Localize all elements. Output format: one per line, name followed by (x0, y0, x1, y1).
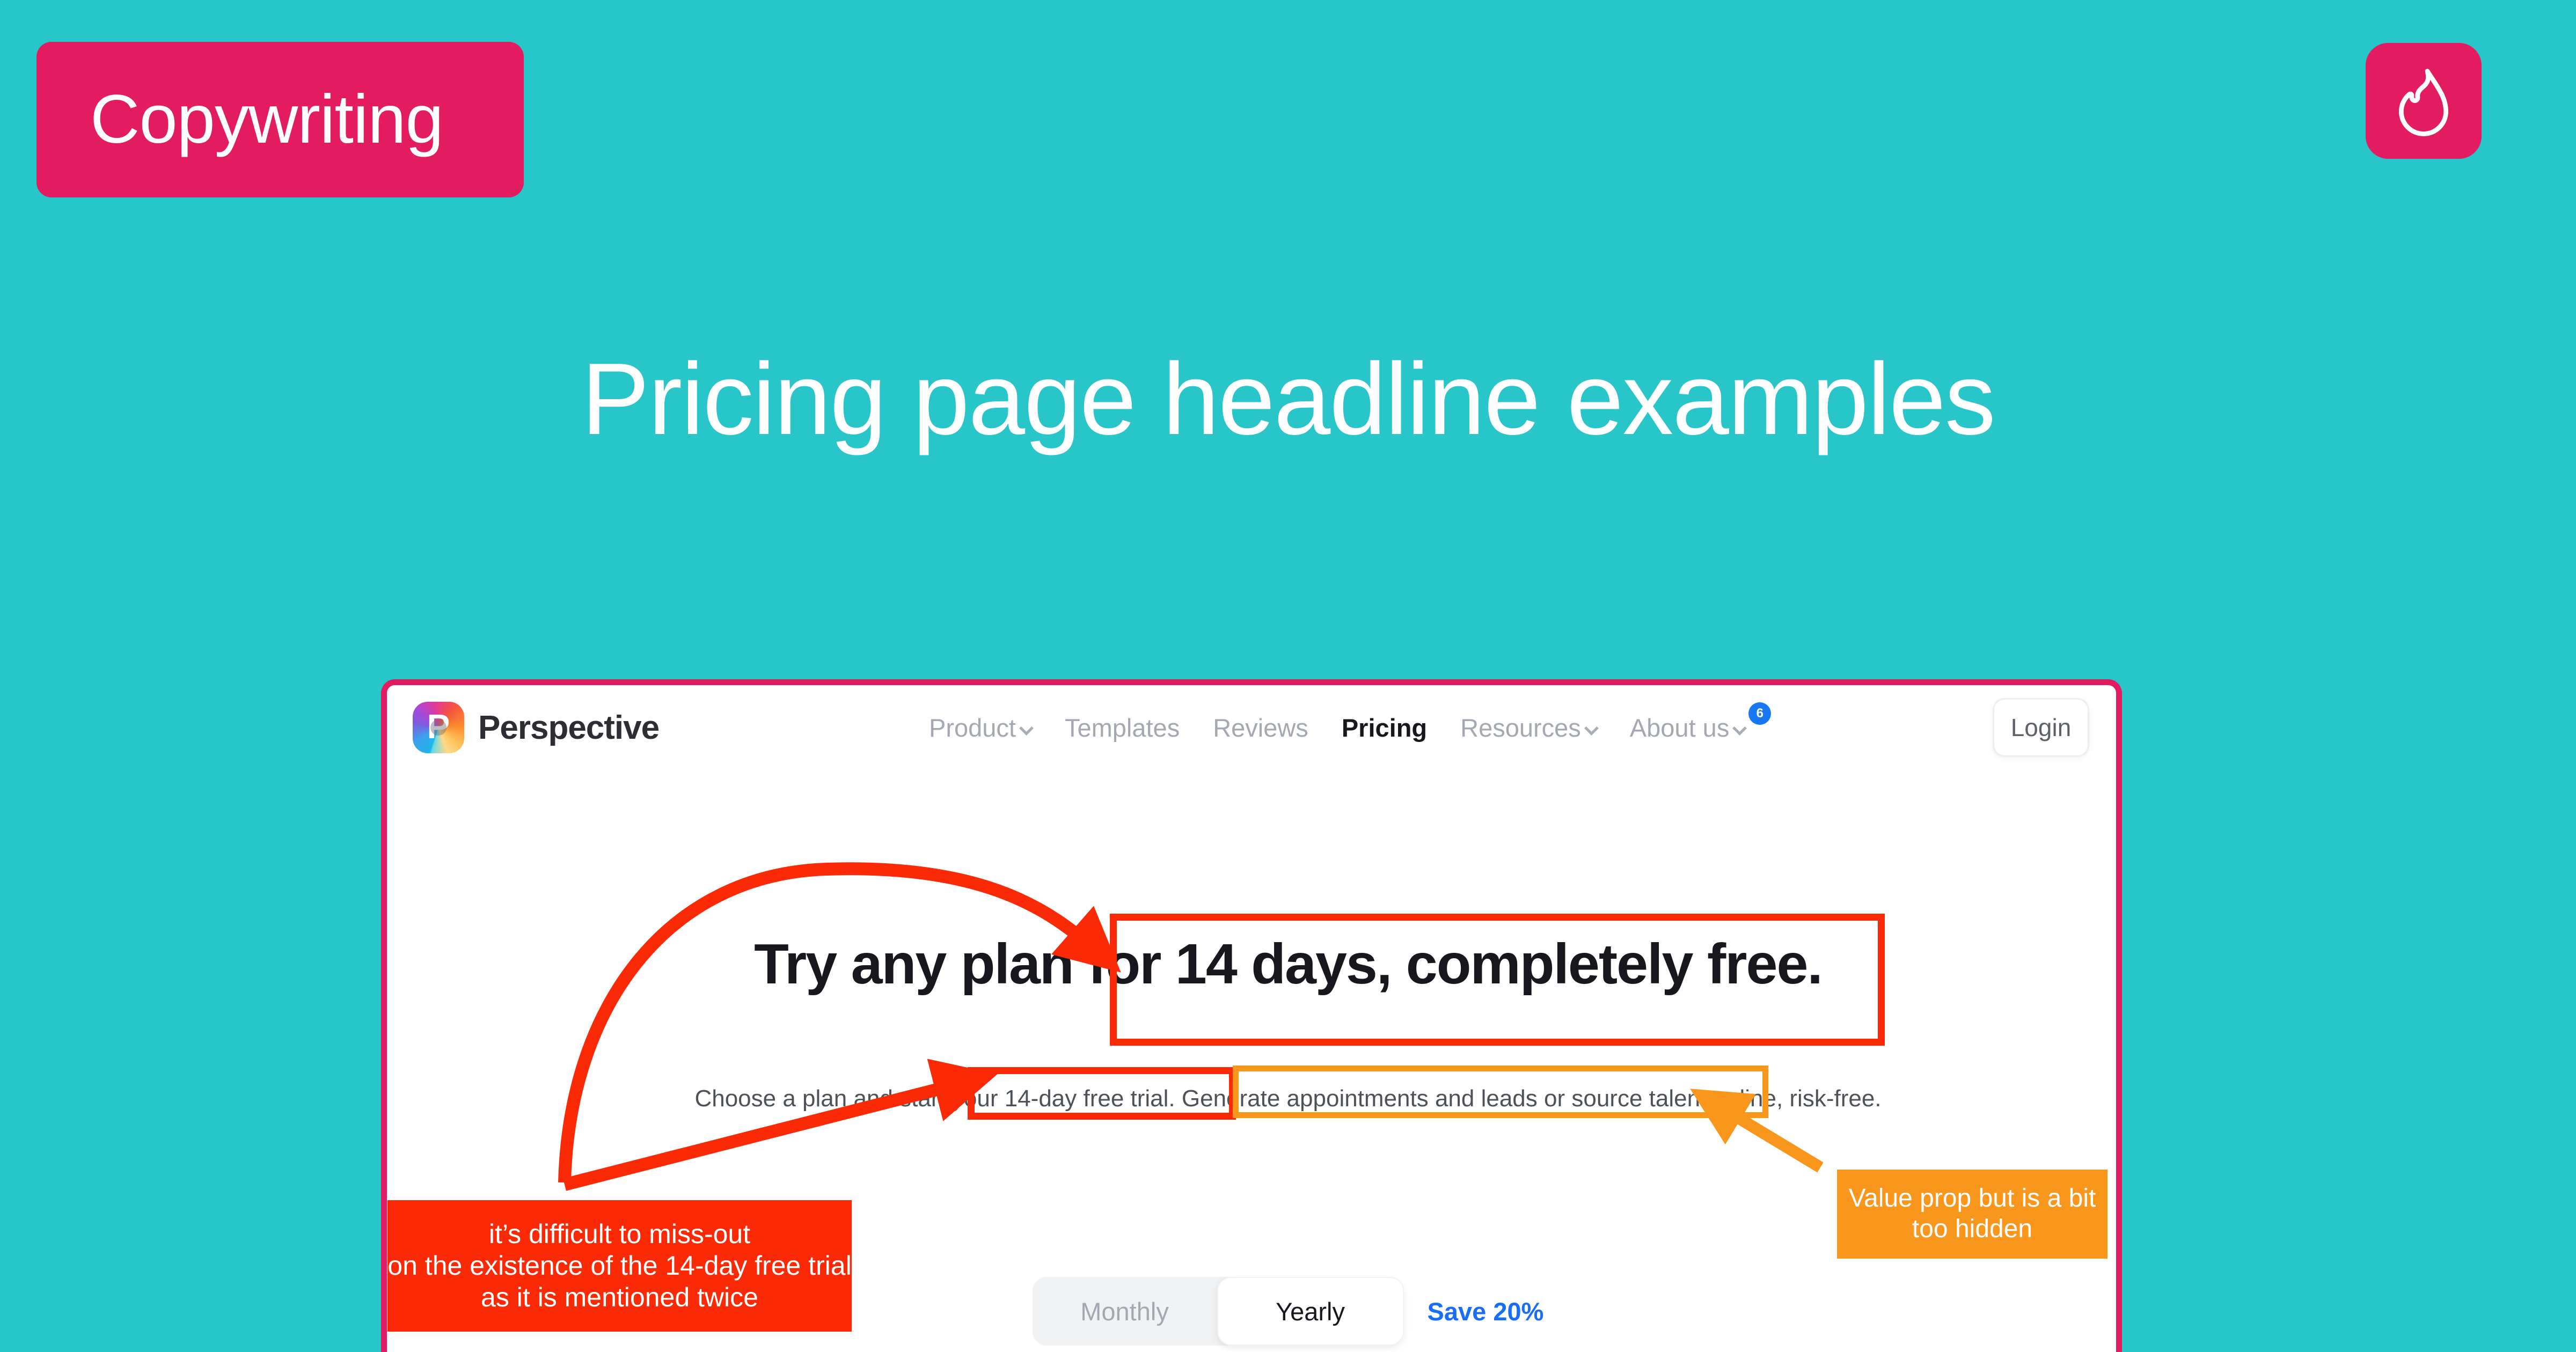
nav-item-product-label: Product (929, 713, 1016, 742)
nav-item-pricing-label: Pricing (1341, 713, 1428, 742)
nav-item-about-us[interactable]: About us 6 (1629, 702, 1773, 743)
nav-item-resources[interactable]: Resources (1460, 713, 1597, 743)
nav-item-about-us-label: About us (1629, 713, 1730, 742)
annotation-note-red-line1: it’s difficult to miss-out (488, 1219, 751, 1249)
nav-item-templates[interactable]: Templates (1065, 713, 1180, 743)
nav-links: Product Templates Reviews Pricing Resour… (929, 702, 1773, 743)
annotation-note-orange: Value prop but is a bit too hidden (1837, 1170, 2107, 1259)
category-badge: Copywriting (36, 42, 524, 197)
nav-item-resources-label: Resources (1460, 713, 1581, 742)
billing-period-toggle[interactable]: Monthly Yearly (1032, 1277, 1404, 1346)
pricing-sub-part3: Generate appointments and leads or sourc… (1175, 1085, 1776, 1112)
page-title: Pricing page headline examples (581, 342, 1995, 457)
pricing-sub-part4: , risk-free. (1776, 1085, 1882, 1112)
annotation-note-red: it’s difficult to miss-out on the existe… (387, 1200, 852, 1332)
nav-item-product[interactable]: Product (929, 713, 1031, 743)
save-discount-link[interactable]: Save 20% (1428, 1297, 1544, 1326)
site-brand-name: Perspective (478, 709, 660, 746)
pricing-subheadline: Choose a plan and start your 14-day free… (0, 1087, 2576, 1111)
brand-mark[interactable] (2366, 43, 2482, 159)
chevron-down-icon (1586, 724, 1597, 735)
pricing-headline-plain: Try any plan (754, 932, 1088, 996)
chevron-down-icon (1734, 724, 1745, 735)
billing-period-row: Monthly Yearly Save 20% (0, 1277, 2576, 1346)
nav-item-reviews[interactable]: Reviews (1213, 713, 1308, 743)
billing-option-monthly[interactable]: Monthly (1033, 1277, 1217, 1346)
pricing-headline: Try any plan for 14 days, completely fre… (0, 936, 2576, 993)
nav-notification-badge: 6 (1748, 702, 1772, 725)
annotation-note-red-line2: on the existence of the 14-day free tria… (387, 1251, 852, 1281)
annotation-note-red-line3: as it is mentioned twice (481, 1282, 758, 1312)
annotation-note-orange-line2: too hidden (1912, 1215, 2033, 1243)
nav-item-templates-label: Templates (1064, 713, 1180, 742)
site-logo[interactable]: P Perspective (413, 702, 660, 753)
login-button-label: Login (2010, 714, 2072, 741)
billing-option-yearly[interactable]: Yearly (1217, 1277, 1404, 1346)
category-badge-label: Copywriting (90, 81, 444, 158)
perspective-logo-icon: P (413, 702, 464, 753)
billing-option-monthly-label: Monthly (1080, 1297, 1169, 1326)
login-button[interactable]: Login (1993, 698, 2089, 757)
nav-item-reviews-label: Reviews (1213, 713, 1308, 742)
site-navbar: P Perspective Product Templates Reviews … (387, 685, 2116, 770)
chevron-down-icon (1021, 724, 1031, 735)
pricing-sub-part1: Choose a plan and (694, 1085, 900, 1112)
nav-item-pricing[interactable]: Pricing (1342, 713, 1427, 743)
pricing-headline-boxed: for 14 days, completely free. (1088, 932, 1823, 996)
pricing-sub-part2: start your 14-day free trial. (899, 1085, 1175, 1112)
logo-letter: P (427, 707, 450, 746)
flame-icon (2387, 64, 2460, 137)
billing-option-yearly-label: Yearly (1276, 1297, 1345, 1326)
annotation-note-orange-line1: Value prop but is a bit (1848, 1184, 2096, 1213)
